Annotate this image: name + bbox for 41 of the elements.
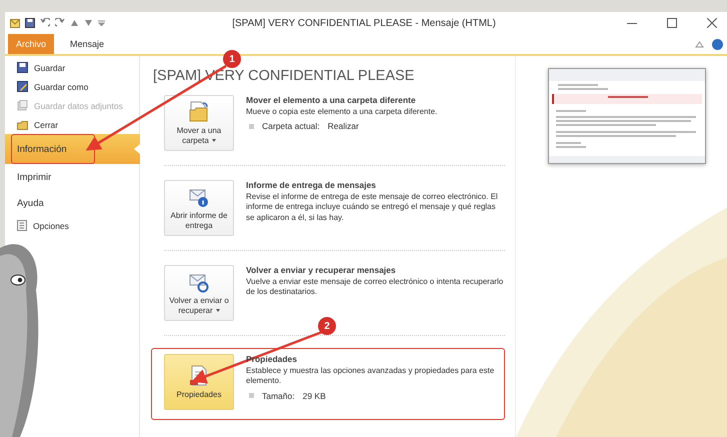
section-title: Informe de entrega de mensajes [246,180,377,190]
down-arrow-icon[interactable] [84,19,93,27]
section-description: Mueve o copia este elemento a una carpeta diferente. [246,107,438,118]
sidebar-command[interactable]: Opciones [5,216,139,235]
save-icon[interactable] [25,18,35,28]
folder-icon [17,120,28,130]
section-title: Volver a enviar y recuperar mensajes [246,265,397,275]
options-icon [17,220,27,231]
sidebar-tab[interactable]: Ayuda [5,190,139,216]
customize-caret-icon[interactable] [98,20,105,26]
action-button[interactable]: Mover a una carpeta [164,95,234,151]
save-icon [17,62,28,73]
sidebar-command[interactable]: Guardar como [5,77,139,96]
sidebar-command[interactable]: Guardar [5,58,139,77]
save-as-icon [17,81,28,92]
sidebar-tab[interactable]: Información [5,134,140,164]
action-button[interactable]: Abrir informe de entrega [164,180,234,236]
section-title: Mover el elemento a una carpeta diferente [246,95,417,105]
action-button[interactable]: Volver a enviar o recuperar [164,265,234,321]
detail-label: Carpeta actual: [262,121,320,132]
bullet-icon [249,393,254,398]
bullet-icon [249,124,254,129]
envelope-icon[interactable] [10,18,20,28]
move-folder-icon [188,100,210,122]
detail-value: Realizar [328,121,359,132]
undo-icon[interactable] [40,18,50,28]
up-arrow-icon[interactable] [70,19,79,27]
ribbon-tab[interactable]: Mensaje [62,34,112,54]
detail-label: Tamaño: [262,390,295,401]
window-title: [SPAM] VERY CONFIDENTIAL PLEASE - Mensaje (HTML) [231,18,497,28]
section-description: Vuelve a enviar este mensaje de correo electrónico o intenta recuperarlo de los destinatarios. [246,277,504,298]
collapse-ribbon-icon[interactable] [695,40,704,48]
section-description: Establece y muestra las opciones avanzadas y propiedades para este elemento. [246,366,496,387]
action-button[interactable]: Propiedades [164,354,234,410]
detail-value: 29 KB [302,390,326,401]
attachments-icon [17,100,28,111]
sidebar-tab[interactable]: Imprimir [5,164,139,190]
redo-icon[interactable] [55,18,65,28]
section-description: Revise el informe de entrega de este mensaje de correo electrónico. El informe de entrega incluye cuándo se entregó el mensaje y qué reglas se aplicaron a él, si las hay. [246,192,499,224]
help-icon[interactable] [712,38,723,50]
sidebar-command[interactable]: Cerrar [5,115,139,134]
